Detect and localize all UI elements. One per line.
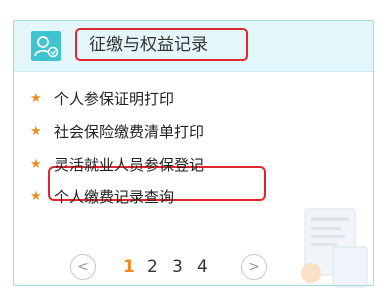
- star-icon: ★: [30, 90, 42, 106]
- list-item-payment-statement[interactable]: ★ 社会保险缴费清单打印: [30, 118, 204, 144]
- list-item-label: 社会保险缴费清单打印: [54, 122, 205, 141]
- star-icon: ★: [30, 123, 42, 139]
- list-item-label: 个人参保证明打印: [54, 89, 175, 108]
- list-item-payment-record-query[interactable]: ★ 个人缴费记录查询: [30, 183, 174, 209]
- page-4-link[interactable]: 4: [197, 256, 208, 278]
- list-item-label: 灵活就业人员参保登记: [54, 155, 205, 174]
- list-item-personal-certificate[interactable]: ★ 个人参保证明打印: [30, 85, 174, 111]
- user-icon: [31, 31, 61, 61]
- prev-page-button[interactable]: <: [70, 254, 96, 280]
- panel-title: 征缴与权益记录: [89, 35, 208, 55]
- page-2-link[interactable]: 2: [147, 256, 158, 278]
- page-1-link[interactable]: 1: [123, 256, 135, 278]
- star-icon: ★: [30, 156, 42, 172]
- list-item-label: 个人缴费记录查询: [54, 187, 175, 206]
- star-icon: ★: [30, 188, 42, 204]
- service-panel: 征缴与权益记录 ★ 个人参保证明打印 ★ 社会保险缴费清单打印 ★ 灵活就业人员…: [13, 20, 374, 288]
- list-item-flexible-employment-registration[interactable]: ★ 灵活就业人员参保登记: [30, 151, 204, 177]
- pagination: < 1 2 3 4 >: [14, 254, 373, 280]
- next-page-button[interactable]: >: [241, 254, 267, 280]
- page-3-link[interactable]: 3: [172, 256, 183, 278]
- panel-header: 征缴与权益记录: [14, 21, 373, 72]
